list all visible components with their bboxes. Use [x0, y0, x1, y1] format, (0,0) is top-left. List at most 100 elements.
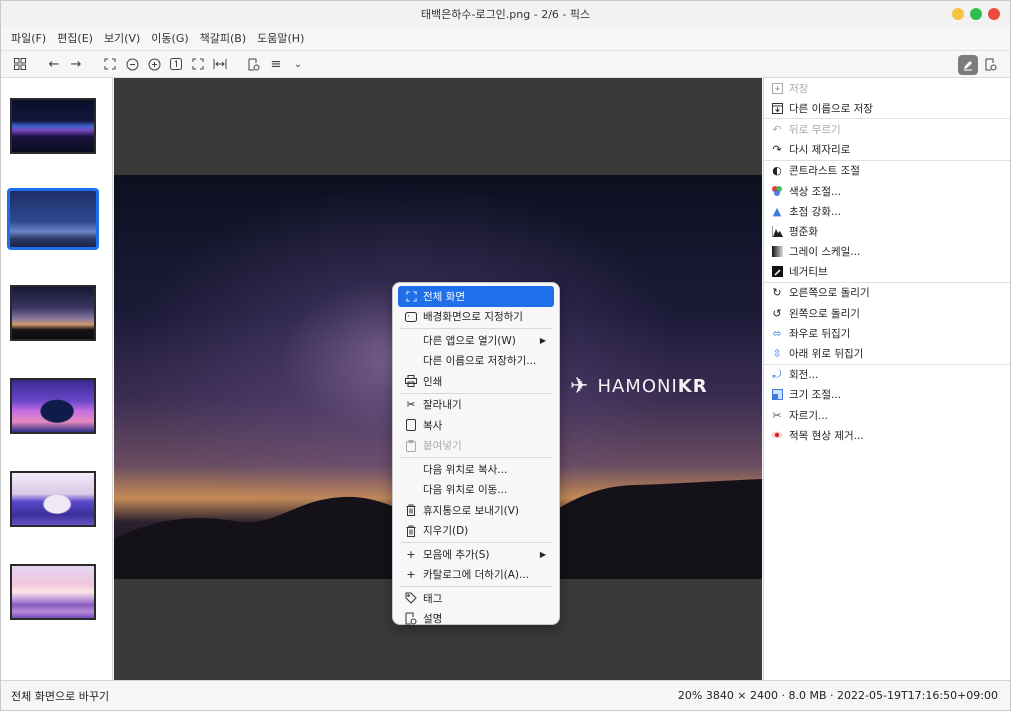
separator — [400, 542, 552, 543]
paste-icon — [403, 439, 419, 452]
panel-save-as[interactable]: 다른 이름으로 저장 — [764, 98, 1010, 118]
back-arrow-icon[interactable]: ← — [45, 55, 63, 73]
panel-save[interactable]: 저장 — [764, 78, 1010, 98]
color-icon — [770, 185, 784, 197]
panel-flip-horizontal[interactable]: ⬄ 좌우로 뒤집기 — [764, 323, 1010, 343]
panel-contrast[interactable]: ◐ 콘트라스트 조절 — [764, 161, 1010, 181]
panel-crop[interactable]: ✂ 자르기... — [764, 405, 1010, 425]
panel-label: 뒤로 무르기 — [789, 123, 841, 136]
plus-icon: + — [406, 547, 416, 561]
thumbnail-6[interactable] — [10, 564, 96, 620]
ctx-copy-to[interactable]: 다음 위치로 복사... — [398, 459, 554, 480]
undo-icon: ↶ — [772, 122, 782, 136]
ctx-label: 다음 위치로 복사... — [423, 463, 508, 476]
ctx-move-to-trash[interactable]: 휴지통으로 보내기(V) — [398, 500, 554, 521]
fit-icon[interactable] — [189, 55, 207, 73]
brand-logo: ✈ HAMONIKR — [570, 374, 708, 399]
window-controls — [952, 8, 1000, 20]
panel-rotate[interactable]: ⤾ 회전... — [764, 365, 1010, 385]
panel-redo[interactable]: ↷ 다시 제자리로 — [764, 140, 1010, 160]
close-button[interactable] — [988, 8, 1000, 20]
ctx-fullscreen[interactable]: 전체 화면 — [398, 286, 554, 307]
panel-color[interactable]: 색상 조절... — [764, 181, 1010, 201]
ctx-tags[interactable]: 태그 — [398, 588, 554, 609]
rotate-icon: ⤾ — [772, 367, 782, 381]
panel-flip-vertical[interactable]: ⇳ 아래 위로 뒤집기 — [764, 343, 1010, 363]
panel-red-eye[interactable]: 적목 현상 제거... — [764, 425, 1010, 445]
thumbnail-5[interactable] — [10, 471, 96, 527]
panel-label: 평준화 — [789, 225, 818, 238]
info-icon[interactable] — [982, 55, 1000, 73]
window-title: 태백은하수-로그인.png - 2/6 - 픽스 — [420, 8, 591, 21]
ctx-print[interactable]: 인쇄 — [398, 371, 554, 392]
fullscreen-icon[interactable] — [101, 55, 119, 73]
plus-icon: + — [406, 568, 416, 582]
ctx-cut[interactable]: ✂ 잘라내기 — [398, 395, 554, 416]
separator — [400, 328, 552, 329]
ctx-add-to-collection[interactable]: + 모음에 추가(S) ▶ — [398, 544, 554, 565]
flip-horizontal-icon: ⬄ — [772, 326, 782, 340]
crop-icon: ✂ — [772, 408, 782, 422]
thumbnail-3[interactable] — [10, 285, 96, 341]
ctx-label: 모음에 추가(S) — [423, 548, 490, 561]
fullscreen-icon — [403, 291, 419, 302]
panel-label: 다른 이름으로 저장 — [789, 102, 873, 115]
menu-edit[interactable]: 편집(E) — [57, 30, 93, 46]
ctx-label: 잘라내기 — [423, 399, 462, 412]
menu-view[interactable]: 보기(V) — [104, 30, 140, 46]
trash-icon — [403, 525, 419, 537]
thumbnail-image — [12, 473, 94, 525]
copy-icon — [403, 419, 419, 432]
panel-undo[interactable]: ↶ 뒤로 무르기 — [764, 119, 1010, 139]
ctx-add-to-catalog[interactable]: + 카탈로그에 더하기(A)... — [398, 565, 554, 586]
thumbnail-2[interactable] — [7, 188, 99, 250]
menu-bar: 파일(F) 편집(E) 보기(V) 이동(G) 책갈피(B) 도움말(H) — [1, 27, 1010, 49]
title-bar: 태백은하수-로그인.png - 2/6 - 픽스 — [1, 1, 1010, 27]
ctx-delete[interactable]: 지우기(D) — [398, 521, 554, 542]
brand-mark-icon: ✈ — [570, 374, 590, 399]
thumbnail-1[interactable] — [10, 98, 96, 154]
grid-icon[interactable] — [11, 55, 29, 73]
panel-equalize[interactable]: 평준화 — [764, 221, 1010, 241]
ctx-open-with[interactable]: 다른 앱으로 열기(W) ▶ — [398, 330, 554, 351]
fit-width-icon[interactable] — [211, 55, 229, 73]
menu-bookmarks[interactable]: 책갈피(B) — [200, 30, 247, 46]
panel-resize[interactable]: 크기 조절... — [764, 385, 1010, 405]
minimize-button[interactable] — [952, 8, 964, 20]
panel-sharpen[interactable]: ▲ 초점 강화... — [764, 201, 1010, 221]
zoom-out-icon[interactable] — [123, 55, 141, 73]
ctx-description[interactable]: 설명 — [398, 609, 554, 630]
separator — [400, 457, 552, 458]
menu-file[interactable]: 파일(F) — [11, 30, 46, 46]
thumbnail-image — [12, 100, 94, 152]
menu-go[interactable]: 이동(G) — [151, 30, 188, 46]
ctx-move-to[interactable]: 다음 위치로 이동... — [398, 480, 554, 501]
forward-arrow-icon[interactable]: → — [67, 55, 85, 73]
thumbnail-image — [12, 287, 94, 339]
maximize-button[interactable] — [970, 8, 982, 20]
menu-help[interactable]: 도움말(H) — [257, 30, 304, 46]
equalize-icon — [770, 225, 784, 237]
properties-icon[interactable] — [245, 55, 263, 73]
ctx-label: 전체 화면 — [423, 290, 465, 303]
ctx-label: 인쇄 — [423, 375, 443, 388]
chevron-down-icon[interactable]: ⌄ — [289, 55, 307, 73]
thumbnail-4[interactable] — [10, 378, 96, 434]
zoom-in-icon[interactable] — [145, 55, 163, 73]
ctx-label: 휴지통으로 보내기(V) — [423, 504, 519, 517]
ctx-paste[interactable]: 붙여넣기 — [398, 436, 554, 457]
status-bar: 전체 화면으로 바꾸기 20% 3840 × 2400 · 8.0 MB · 2… — [1, 680, 1010, 710]
ctx-copy[interactable]: 복사 — [398, 415, 554, 436]
ctx-label: 설명 — [423, 613, 443, 626]
edit-mode-icon[interactable] — [958, 55, 978, 75]
panel-rotate-left[interactable]: ↺ 왼쪽으로 돌리기 — [764, 303, 1010, 323]
ctx-label: 다른 이름으로 저장하기... — [423, 355, 537, 368]
sort-icon[interactable]: ≡ — [267, 55, 285, 73]
panel-grayscale[interactable]: 그레이 스케일... — [764, 242, 1010, 262]
panel-rotate-right[interactable]: ↻ 오른쪽으로 돌리기 — [764, 283, 1010, 303]
actual-size-icon[interactable] — [167, 55, 185, 73]
panel-label: 초점 강화... — [789, 205, 841, 218]
ctx-save-as[interactable]: 다른 이름으로 저장하기... — [398, 351, 554, 372]
ctx-set-wallpaper[interactable]: 배경화면으로 지정하기 — [398, 307, 554, 328]
panel-negative[interactable]: 네거티브 — [764, 262, 1010, 282]
